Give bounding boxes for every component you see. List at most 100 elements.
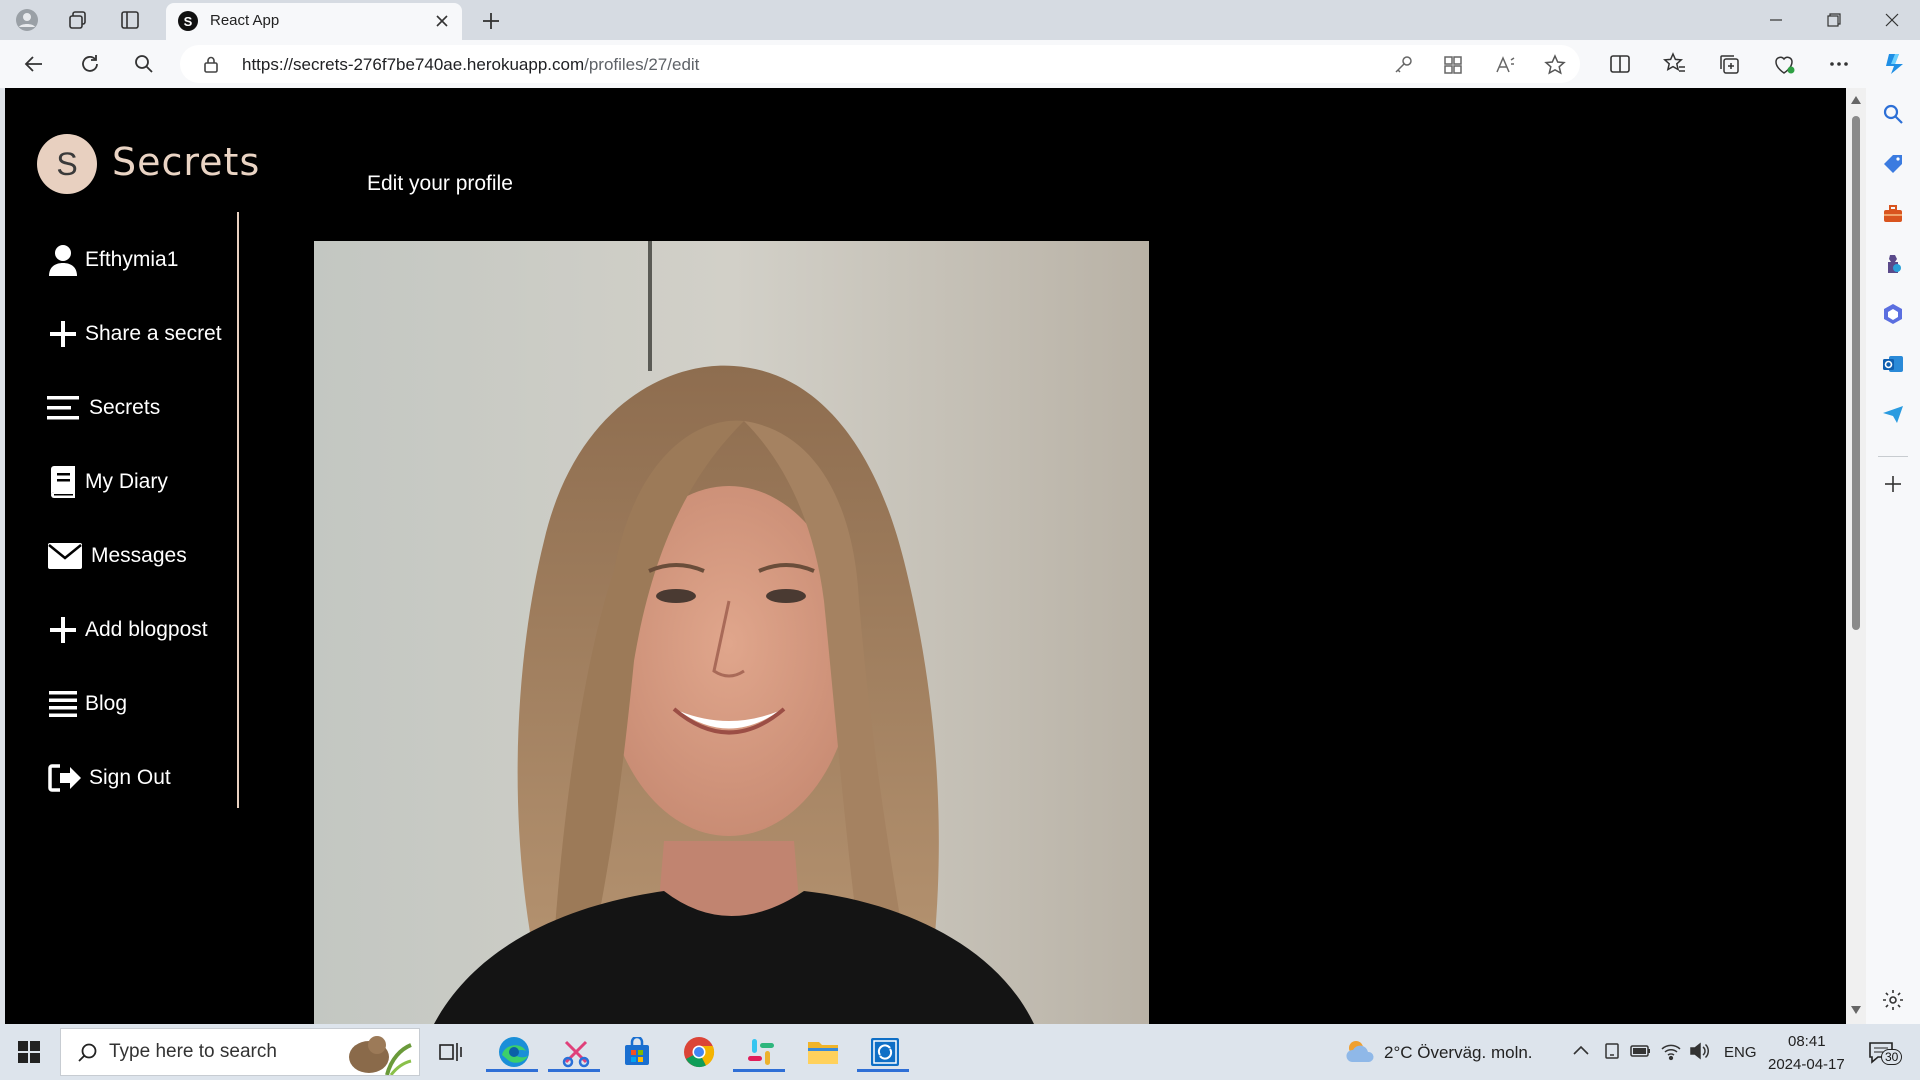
add-icon[interactable] [1881,472,1905,496]
volume-icon[interactable] [1688,1041,1710,1061]
envelope-icon [47,540,83,572]
store-icon[interactable] [617,1032,657,1072]
close-window-icon[interactable] [1864,0,1920,40]
favorites-icon[interactable] [1662,51,1688,77]
close-tab-icon[interactable] [432,11,452,31]
edge-taskbar-icon[interactable] [486,1032,538,1072]
search-icon [77,1042,99,1064]
url-host: https://secrets-276f7be740ae.herokuapp.c… [242,55,585,74]
new-tab-icon[interactable] [478,8,504,34]
sidebar-separator [1878,456,1908,457]
nav-label: Secrets [89,396,161,419]
page-heading: Edit your profile [367,172,513,195]
user-icon [47,244,79,276]
file-explorer-icon[interactable] [803,1032,843,1072]
nav-item-messages[interactable]: Messages [47,540,187,572]
edge-sidebar [1866,88,1920,1024]
nav-item-profile[interactable]: Efthymia1 [47,244,178,276]
logo[interactable]: S [37,134,97,194]
chrome-icon[interactable] [679,1032,719,1072]
snipping-tool-icon[interactable] [548,1032,600,1072]
copilot-icon[interactable] [1881,51,1907,77]
clock-time[interactable]: 08:41 [1788,1033,1826,1050]
windows-taskbar: Type here to search 2°C Överväg. moln. E… [0,1024,1920,1080]
active-indicator [486,1069,538,1072]
microsoft-365-icon[interactable] [1881,302,1905,326]
scroll-down-icon[interactable] [1851,1006,1861,1014]
active-indicator [548,1069,600,1072]
nav-item-blog[interactable]: Blog [47,688,127,720]
tools-icon[interactable] [1881,202,1905,226]
collections-icon[interactable] [1716,51,1742,77]
notifications-icon[interactable]: 30 [1868,1040,1904,1066]
browser-essentials-icon[interactable] [1771,51,1797,77]
read-aloud-icon[interactable] [1494,54,1516,76]
key-icon[interactable] [1392,54,1414,76]
active-indicator [733,1069,785,1072]
search-placeholder: Type here to search [109,1041,277,1062]
plus-icon [47,318,79,350]
url-text[interactable]: https://secrets-276f7be740ae.herokuapp.c… [242,55,699,75]
workspaces-icon[interactable] [66,8,90,32]
slack-icon[interactable] [733,1032,785,1072]
browser-toolbar: https://secrets-276f7be740ae.herokuapp.c… [0,40,1920,88]
tab-actions-icon[interactable] [118,8,142,32]
apps-icon[interactable] [1442,54,1464,76]
outlook-icon[interactable] [1881,352,1905,376]
nav-label: Efthymia1 [85,248,179,271]
favicon-icon: S [178,11,198,31]
restore-icon[interactable] [1806,0,1862,40]
send-icon[interactable] [1881,402,1905,426]
games-icon[interactable] [1881,252,1905,276]
nav-label: Share a secret [85,322,222,345]
taskbar-search[interactable]: Type here to search [60,1028,420,1076]
reload-icon[interactable] [76,50,104,78]
nav-label: Messages [91,544,187,567]
web-page: S Secrets Efthymia1 Share a secret Secre… [5,88,1846,1024]
weather-text[interactable]: 2°C Överväg. moln. [1384,1043,1533,1063]
more-options-icon[interactable] [1826,51,1852,77]
sidebar-divider [237,212,239,808]
nav-item-my-diary[interactable]: My Diary [47,466,168,498]
browser-tab[interactable]: S React App [166,3,462,40]
windows-start-icon[interactable] [18,1041,40,1063]
tab-title: React App [210,12,280,29]
notification-count: 30 [1881,1049,1903,1065]
device-icon[interactable] [1602,1041,1622,1061]
wifi-icon[interactable] [1660,1041,1682,1061]
scroll-up-icon[interactable] [1851,96,1861,104]
profile-icon[interactable] [15,8,39,32]
book-icon [47,466,79,498]
gear-icon[interactable] [1881,988,1905,1012]
back-icon[interactable] [20,50,48,78]
task-view-icon[interactable] [430,1032,470,1072]
url-path: /profiles/27/edit [584,55,700,74]
remote-app-icon[interactable] [857,1032,909,1072]
weather-cloud-icon[interactable] [1344,1038,1376,1064]
nav-label: Blog [85,692,128,715]
sign-out-icon [47,762,83,794]
favorite-star-icon[interactable] [1544,54,1566,76]
nav-item-add-blogpost[interactable]: Add blogpost [47,614,208,646]
nav-label: My Diary [85,470,168,493]
lock-icon[interactable] [202,55,220,73]
profile-photo[interactable] [314,241,1149,1024]
chevron-up-icon[interactable] [1572,1043,1590,1057]
lines-icon [47,688,79,720]
battery-icon[interactable] [1630,1042,1652,1060]
address-bar[interactable]: https://secrets-276f7be740ae.herokuapp.c… [180,45,1580,83]
minimize-icon[interactable] [1748,0,1804,40]
scrollbar-thumb[interactable] [1852,116,1860,630]
list-icon [47,392,79,424]
nav-item-sign-out[interactable]: Sign Out [47,762,171,794]
nav-item-share-secret[interactable]: Share a secret [47,318,222,350]
search-icon[interactable] [130,50,158,78]
page-scrollbar[interactable] [1846,88,1866,1024]
brand-title[interactable]: Secrets [112,140,260,184]
split-screen-icon[interactable] [1607,51,1633,77]
clock-date[interactable]: 2024-04-17 [1768,1056,1845,1073]
nav-item-secrets[interactable]: Secrets [47,392,160,424]
language-indicator[interactable]: ENG [1724,1044,1757,1061]
shopping-tag-icon[interactable] [1881,152,1905,176]
search-icon[interactable] [1881,102,1905,126]
